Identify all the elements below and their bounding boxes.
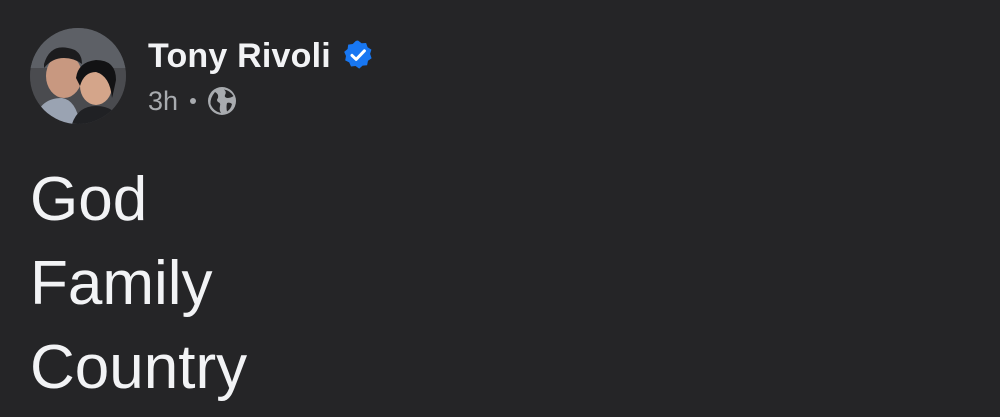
verified-badge-icon — [344, 40, 372, 69]
post-text-line: Country — [30, 333, 248, 402]
post-timestamp[interactable]: 3h — [148, 86, 178, 117]
separator-dot — [190, 98, 197, 104]
avatar-photo — [30, 28, 126, 124]
author-name[interactable]: Tony Rivoli — [148, 34, 331, 78]
author-avatar[interactable] — [30, 28, 126, 124]
post-text-line: God — [30, 165, 148, 234]
post-text-line: Family — [30, 249, 213, 318]
post-meta: 3h — [148, 83, 237, 119]
globe-icon[interactable] — [207, 86, 237, 116]
post-body: God Family Country — [30, 158, 930, 410]
post-card: Tony Rivoli 3h God Family Country — [0, 0, 1000, 417]
